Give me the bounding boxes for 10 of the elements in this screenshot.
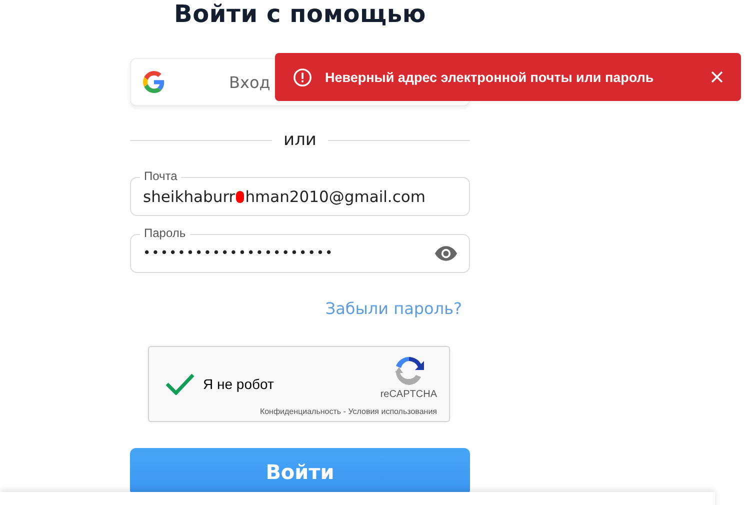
email-value: sheikhaburr <box>143 188 236 206</box>
recaptcha-brand: reCAPTCHA <box>380 389 437 400</box>
heading: Войти с помощью <box>173 0 427 30</box>
field-label: Почта <box>140 169 182 183</box>
captcha-label: Я не робот <box>203 376 274 392</box>
field-label: Пароль <box>140 226 190 240</box>
password-value: •••••••••••••••••••••• <box>143 246 334 261</box>
divider-text: или <box>284 130 316 150</box>
email-value: hman2010@gmail.com <box>245 188 426 206</box>
toast-message: Неверный адрес электронной почты или пароль <box>325 70 654 84</box>
